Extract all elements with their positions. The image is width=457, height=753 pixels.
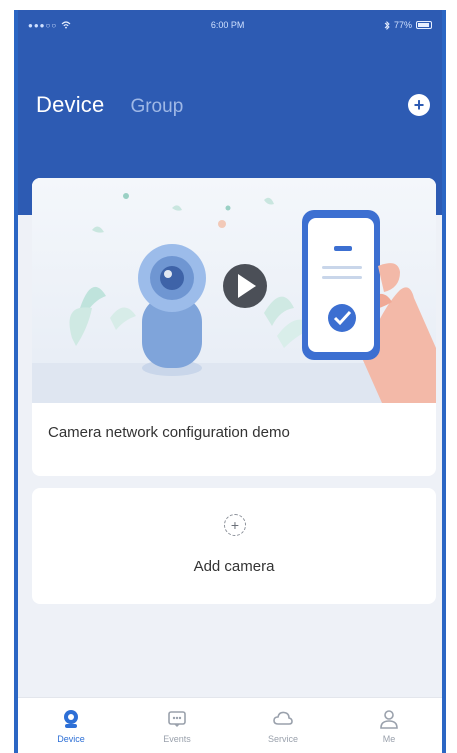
status-bar: ●●●○○ 6:00 PM 77%: [18, 10, 442, 40]
phone-screen: ●●●○○ 6:00 PM 77% Device Group + Camera …: [14, 10, 446, 753]
banner-caption: Camera network configuration demo: [48, 424, 290, 441]
add-camera-label: Add camera: [193, 558, 275, 575]
nav-label-service: Service: [267, 734, 298, 744]
wifi-icon: [61, 21, 71, 29]
nav-item-me[interactable]: Me: [354, 708, 424, 744]
battery-percent: 77%: [393, 20, 412, 30]
header-tabs: Device Group: [36, 92, 183, 118]
dashed-plus-icon: +: [224, 514, 246, 536]
bluetooth-icon: [384, 20, 390, 30]
nav-item-device[interactable]: Device: [36, 708, 106, 744]
tab-device[interactable]: Device: [36, 92, 104, 118]
events-icon: [168, 711, 186, 727]
signal-indicator: ●●●○○: [28, 20, 58, 30]
camera-icon: [64, 710, 78, 728]
user-icon: [380, 710, 398, 729]
plus-circle-icon: +: [413, 94, 425, 115]
add-device-button[interactable]: +: [408, 94, 430, 116]
screen: ●●●○○ 6:00 PM 77% Device Group + Camera …: [0, 0, 457, 753]
status-time: 6:00 PM: [210, 20, 245, 30]
tab-group[interactable]: Group: [130, 96, 183, 118]
bottom-nav: Device Events Service Me: [18, 697, 442, 753]
nav-item-events[interactable]: Events: [142, 708, 212, 744]
demo-banner-card[interactable]: Camera network configuration demo: [32, 178, 436, 476]
nav-label-device: Device: [57, 734, 85, 744]
status-right: 77%: [384, 20, 432, 30]
banner-illustration-art: [32, 193, 436, 403]
nav-item-service[interactable]: Service: [248, 708, 318, 744]
battery-icon: [416, 21, 432, 29]
cloud-icon: [273, 711, 293, 725]
status-left: ●●●○○: [28, 21, 71, 30]
banner-illustration: [32, 178, 436, 403]
nav-label-events: Events: [163, 734, 191, 744]
nav-label-me: Me: [382, 734, 396, 744]
add-camera-card[interactable]: + Add camera: [32, 488, 436, 604]
